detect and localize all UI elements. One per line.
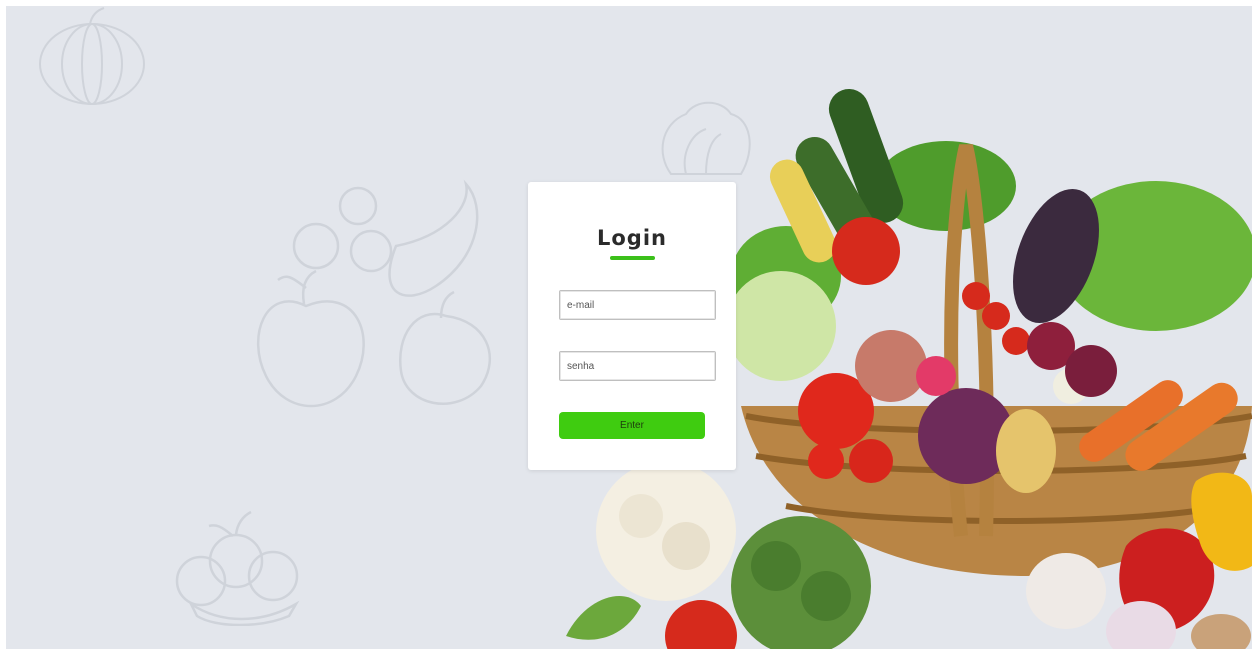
pumpkin-icon: [39, 7, 145, 105]
password-field[interactable]: [559, 351, 716, 381]
email-field[interactable]: [559, 290, 716, 320]
page-background: Login Enter: [6, 6, 1252, 649]
enter-button[interactable]: Enter: [559, 412, 705, 439]
fruit-bundle-icon: [256, 179, 492, 408]
fruit-basket-icon: [175, 510, 300, 626]
title-underline: [610, 256, 655, 260]
login-title: Login: [597, 226, 667, 250]
login-card: Login Enter: [528, 182, 736, 470]
